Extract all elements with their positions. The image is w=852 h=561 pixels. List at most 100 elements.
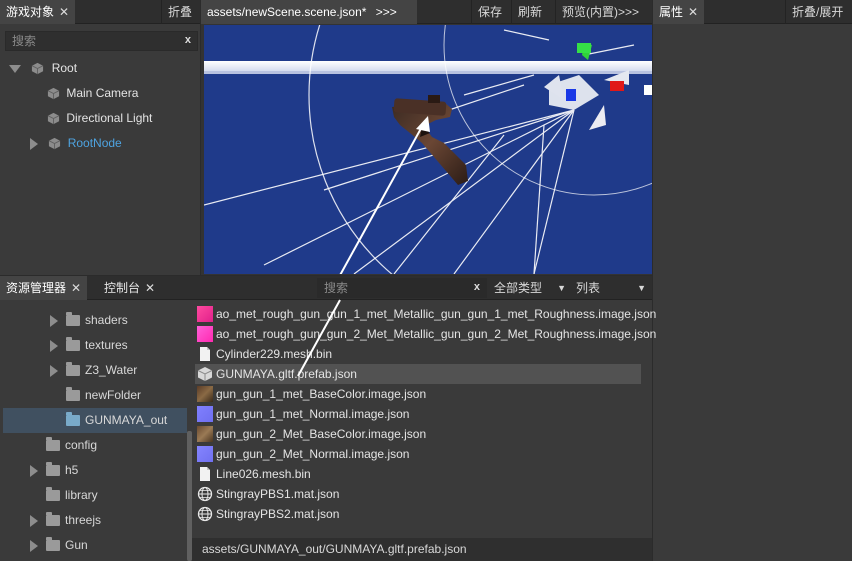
folder-item-z3-water[interactable]: Z3_Water xyxy=(50,358,137,383)
folder-item-config[interactable]: config xyxy=(46,433,97,458)
pointer-arrow xyxy=(339,116,430,274)
file-icon xyxy=(200,467,210,481)
folder-label: textures xyxy=(85,338,128,352)
expand-arrow-icon[interactable] xyxy=(30,514,38,527)
texture-thumbnail-icon xyxy=(197,306,213,322)
asset-search-input[interactable] xyxy=(324,280,464,296)
texture-thumbnail-icon xyxy=(197,446,213,462)
texture-thumbnail-icon xyxy=(197,386,213,402)
folder-icon xyxy=(66,337,80,352)
texture-thumbnail-icon xyxy=(197,406,213,422)
asset-tabbar: 资源管理器 ✕ 控制台 ✕ x 全部类型 ▼ 列表 ▼ xyxy=(0,276,652,300)
close-icon[interactable]: ✕ xyxy=(59,5,69,19)
file-label: ao_met_rough_gun_gun_1_met_Metallic_gun_… xyxy=(216,307,657,321)
cube-icon xyxy=(47,113,60,125)
status-bar: assets/GUNMAYA_out/GUNMAYA.gltf.prefab.j… xyxy=(192,538,652,561)
scene-panel: assets/newScene.scene.json* >>> 保存 刷新 预览… xyxy=(201,0,652,275)
close-icon[interactable]: ✕ xyxy=(688,5,698,19)
inspector-panel: 属性 ✕ 折叠/展开 xyxy=(653,0,852,561)
tab-asset-manager-label: 资源管理器 xyxy=(6,281,67,295)
folder-icon xyxy=(46,487,60,502)
expand-arrow-icon[interactable] xyxy=(50,314,58,327)
folder-item-h5[interactable]: h5 xyxy=(30,458,78,483)
save-button[interactable]: 保存 xyxy=(471,0,508,24)
globe-icon xyxy=(197,486,213,502)
tab-hierarchy[interactable]: 游戏对象 ✕ xyxy=(0,0,76,24)
fold-expand-button[interactable]: 折叠/展开 xyxy=(785,0,852,24)
folder-item-threejs[interactable]: threejs xyxy=(30,508,101,533)
file-label: gun_gun_2_Met_Normal.image.json xyxy=(216,447,410,461)
view-mode-select[interactable]: 列表 ▼ xyxy=(572,276,652,300)
scene-more-button[interactable]: >>> xyxy=(376,5,397,19)
folder-item-library[interactable]: library xyxy=(46,483,98,508)
scene-render xyxy=(204,25,652,274)
tree-item-directional-light[interactable]: Directional Light xyxy=(47,106,152,131)
hierarchy-search-input[interactable] xyxy=(12,33,172,49)
file-label: StingrayPBS2.mat.json xyxy=(216,507,340,521)
clear-search-icon[interactable]: x xyxy=(185,34,191,46)
expand-arrow-icon[interactable] xyxy=(50,339,58,352)
preview-button[interactable]: 预览(内置)>>> xyxy=(555,0,645,24)
globe-icon xyxy=(197,506,213,522)
folder-label: threejs xyxy=(65,513,102,527)
asset-panel: 资源管理器 ✕ 控制台 ✕ x 全部类型 ▼ 列表 ▼ shaders textur… xyxy=(0,276,656,561)
folder-item-shaders[interactable]: shaders xyxy=(50,308,128,333)
close-icon[interactable]: ✕ xyxy=(145,281,155,295)
tree-item-main-camera[interactable]: Main Camera xyxy=(47,81,138,106)
expand-arrow-icon[interactable] xyxy=(30,464,38,477)
type-filter-select[interactable]: 全部类型 ▼ xyxy=(490,276,570,300)
folder-item-newfolder[interactable]: newFolder xyxy=(66,383,141,408)
tree-item-rootnode[interactable]: RootNode xyxy=(30,131,122,156)
type-filter-value: 全部类型 xyxy=(494,281,543,295)
cube-icon xyxy=(32,63,44,75)
expand-arrow-icon[interactable] xyxy=(9,64,21,73)
tab-inspector[interactable]: 属性 ✕ xyxy=(653,0,705,24)
scene-tabbar: assets/newScene.scene.json* >>> 保存 刷新 预览… xyxy=(201,0,652,24)
close-icon[interactable]: ✕ xyxy=(71,281,81,295)
tree-item-label: Directional Light xyxy=(66,111,153,125)
file-label: Cylinder229.mesh.bin xyxy=(216,347,333,361)
tree-item-label: Root xyxy=(51,61,78,75)
expand-arrow-icon[interactable] xyxy=(50,364,58,377)
folder-item-gun[interactable]: Gun xyxy=(30,533,88,558)
folder-label: config xyxy=(65,438,98,452)
file-label: StingrayPBS1.mat.json xyxy=(216,487,340,501)
file-label: ao_met_rough_gun_gun_2_Met_Metallic_gun_… xyxy=(216,327,657,341)
texture-thumbnail-icon xyxy=(197,326,213,342)
clear-search-icon[interactable]: x xyxy=(474,281,480,293)
folder-label: newFolder xyxy=(85,388,142,402)
file-icon xyxy=(200,347,210,361)
refresh-button[interactable]: 刷新 xyxy=(511,0,548,24)
folder-label: Z3_Water xyxy=(85,363,138,377)
fold-button[interactable]: 折叠 xyxy=(161,0,200,24)
tree-item-root[interactable]: Root xyxy=(9,56,77,81)
tree-item-label: RootNode xyxy=(67,136,122,150)
chevron-down-icon: ▼ xyxy=(637,283,646,293)
file-label: gun_gun_2_Met_BaseColor.image.json xyxy=(216,427,427,441)
file-label: gun_gun_1_met_BaseColor.image.json xyxy=(216,387,427,401)
folder-icon xyxy=(46,437,60,452)
chevron-down-icon: ▼ xyxy=(557,283,566,293)
tree-item-label: Main Camera xyxy=(66,86,139,100)
tab-console-label: 控制台 xyxy=(104,281,141,295)
folder-icon xyxy=(66,387,80,402)
texture-thumbnail-icon xyxy=(197,426,213,442)
expand-arrow-icon[interactable] xyxy=(30,539,38,552)
expand-arrow-icon[interactable] xyxy=(30,137,38,150)
hierarchy-search: x xyxy=(5,31,198,51)
tab-console[interactable]: 控制台 ✕ xyxy=(98,276,161,300)
folder-label: GUNMAYA_out xyxy=(85,413,168,427)
folder-label: Gun xyxy=(65,538,88,552)
file-label: gun_gun_1_met_Normal.image.json xyxy=(216,407,410,421)
folder-icon xyxy=(46,537,60,552)
file-label: GUNMAYA.gltf.prefab.json xyxy=(216,367,357,381)
folder-item-textures[interactable]: textures xyxy=(50,333,128,358)
folder-icon xyxy=(66,362,80,377)
folder-item-gunmaya-out-label[interactable]: GUNMAYA_out xyxy=(66,408,167,433)
tab-asset-manager[interactable]: 资源管理器 ✕ xyxy=(0,276,88,300)
prefab-cube-icon xyxy=(197,367,213,381)
scene-viewport[interactable] xyxy=(204,25,652,274)
tab-hierarchy-label: 游戏对象 xyxy=(6,5,55,19)
view-mode-value: 列表 xyxy=(576,281,601,295)
tab-scene[interactable]: assets/newScene.scene.json* >>> xyxy=(201,0,417,24)
